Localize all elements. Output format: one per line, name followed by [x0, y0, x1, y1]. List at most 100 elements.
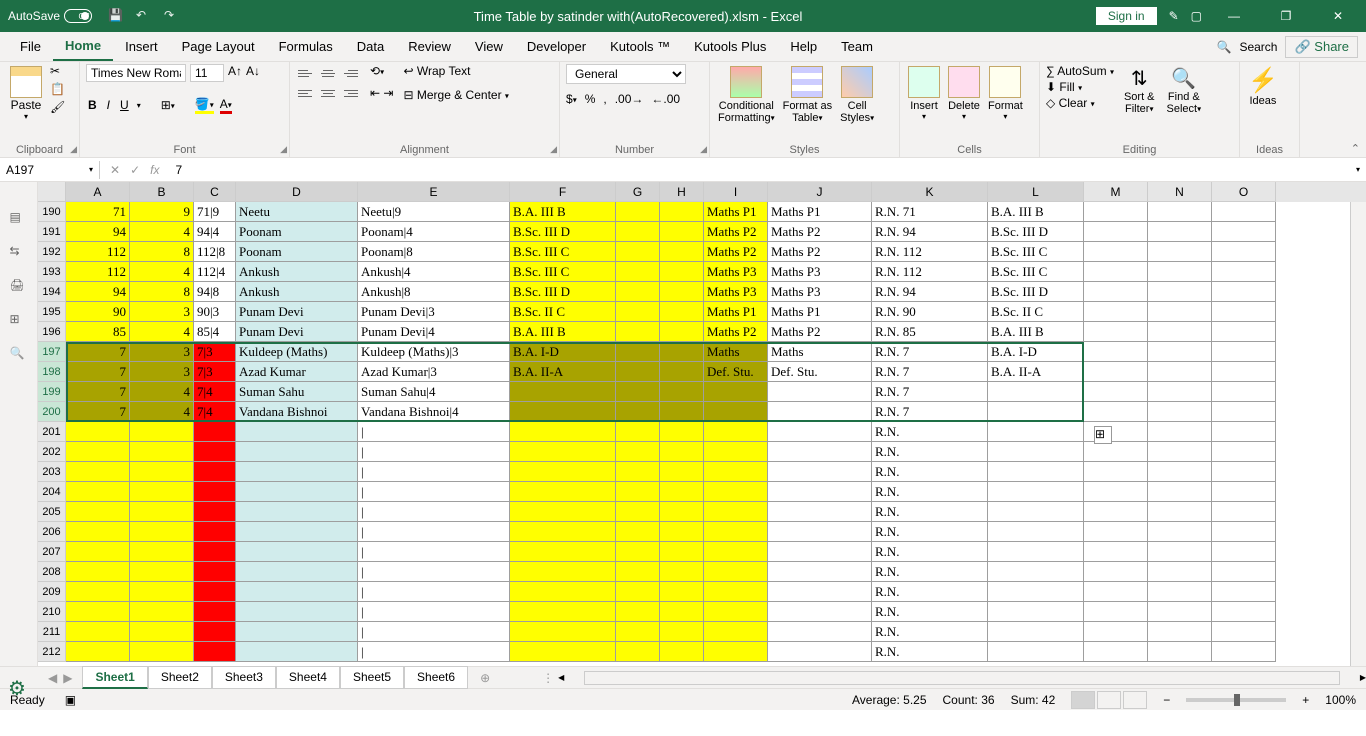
cell-H206[interactable]: [660, 522, 704, 542]
cell-C199[interactable]: 7|4: [194, 382, 236, 402]
cell-K210[interactable]: R.N.: [872, 602, 988, 622]
cell-J208[interactable]: [768, 562, 872, 582]
cell-A208[interactable]: [66, 562, 130, 582]
col-header-D[interactable]: D: [236, 182, 358, 202]
col-header-C[interactable]: C: [194, 182, 236, 202]
cell-J193[interactable]: Maths P3: [768, 262, 872, 282]
cell-M200[interactable]: [1084, 402, 1148, 422]
cell-B194[interactable]: 8: [130, 282, 194, 302]
cell-O202[interactable]: [1212, 442, 1276, 462]
cell-M199[interactable]: [1084, 382, 1148, 402]
cell-C202[interactable]: [194, 442, 236, 462]
cell-F204[interactable]: [510, 482, 616, 502]
cell-H208[interactable]: [660, 562, 704, 582]
cell-M203[interactable]: [1084, 462, 1148, 482]
align-bottom-left[interactable]: [296, 84, 316, 102]
cell-I212[interactable]: [704, 642, 768, 662]
col-header-J[interactable]: J: [768, 182, 872, 202]
cell-E195[interactable]: Punam Devi|3: [358, 302, 510, 322]
cell-E201[interactable]: |: [358, 422, 510, 442]
cell-H196[interactable]: [660, 322, 704, 342]
cell-M198[interactable]: [1084, 362, 1148, 382]
zoom-slider[interactable]: [1186, 698, 1286, 702]
cell-N198[interactable]: [1148, 362, 1212, 382]
cell-I191[interactable]: Maths P2: [704, 222, 768, 242]
cell-J209[interactable]: [768, 582, 872, 602]
cell-B200[interactable]: 4: [130, 402, 194, 422]
cell-C201[interactable]: [194, 422, 236, 442]
cell-C203[interactable]: [194, 462, 236, 482]
cell-I209[interactable]: [704, 582, 768, 602]
autosave-toggle[interactable]: AutoSave Off: [8, 9, 92, 23]
cell-H205[interactable]: [660, 502, 704, 522]
cell-B210[interactable]: [130, 602, 194, 622]
align-top-center[interactable]: [318, 64, 338, 82]
cell-F195[interactable]: B.Sc. II C: [510, 302, 616, 322]
cell-I194[interactable]: Maths P3: [704, 282, 768, 302]
cell-K197[interactable]: R.N. 7: [872, 342, 988, 362]
cell-M196[interactable]: [1084, 322, 1148, 342]
cell-F209[interactable]: [510, 582, 616, 602]
cell-M210[interactable]: [1084, 602, 1148, 622]
cell-K212[interactable]: R.N.: [872, 642, 988, 662]
cell-N197[interactable]: [1148, 342, 1212, 362]
hscroll-right-icon[interactable]: ▶: [1360, 673, 1366, 682]
col-header-M[interactable]: M: [1084, 182, 1148, 202]
tab-team[interactable]: Team: [829, 33, 885, 60]
cell-D206[interactable]: [236, 522, 358, 542]
cell-J207[interactable]: [768, 542, 872, 562]
cell-B206[interactable]: [130, 522, 194, 542]
cell-M202[interactable]: [1084, 442, 1148, 462]
cell-F211[interactable]: [510, 622, 616, 642]
cell-L192[interactable]: B.Sc. III C: [988, 242, 1084, 262]
cell-E210[interactable]: |: [358, 602, 510, 622]
normal-view-button[interactable]: [1071, 691, 1095, 709]
cell-H207[interactable]: [660, 542, 704, 562]
row-header[interactable]: 191: [38, 222, 66, 242]
cell-K206[interactable]: R.N.: [872, 522, 988, 542]
cell-K202[interactable]: R.N.: [872, 442, 988, 462]
cell-E200[interactable]: Vandana Bishnoi|4: [358, 402, 510, 422]
cell-A197[interactable]: 7: [66, 342, 130, 362]
cell-H201[interactable]: [660, 422, 704, 442]
ideas-button[interactable]: ⚡Ideas: [1246, 64, 1280, 109]
cell-L207[interactable]: [988, 542, 1084, 562]
cell-L206[interactable]: [988, 522, 1084, 542]
cell-J206[interactable]: [768, 522, 872, 542]
undo-icon[interactable]: ↶: [136, 8, 152, 24]
cell-H198[interactable]: [660, 362, 704, 382]
row-header[interactable]: 203: [38, 462, 66, 482]
cell-G196[interactable]: [616, 322, 660, 342]
font-size-select[interactable]: [190, 64, 224, 82]
cell-D197[interactable]: Kuldeep (Maths): [236, 342, 358, 362]
cell-L194[interactable]: B.Sc. III D: [988, 282, 1084, 302]
cell-C194[interactable]: 94|8: [194, 282, 236, 302]
close-button[interactable]: ✕: [1318, 0, 1358, 32]
redo-icon[interactable]: ↷: [164, 8, 180, 24]
cell-J198[interactable]: Def. Stu.: [768, 362, 872, 382]
cut-icon[interactable]: ✂: [50, 64, 65, 78]
cell-E198[interactable]: Azad Kumar|3: [358, 362, 510, 382]
ribbon-display-icon[interactable]: ▢: [1191, 9, 1202, 23]
cell-B202[interactable]: [130, 442, 194, 462]
cell-L199[interactable]: [988, 382, 1084, 402]
row-header[interactable]: 205: [38, 502, 66, 522]
cell-K196[interactable]: R.N. 85: [872, 322, 988, 342]
row-header[interactable]: 211: [38, 622, 66, 642]
cell-D190[interactable]: Neetu: [236, 202, 358, 222]
cell-C191[interactable]: 94|4: [194, 222, 236, 242]
cell-H197[interactable]: [660, 342, 704, 362]
accounting-icon[interactable]: $▾: [566, 92, 577, 106]
cell-A210[interactable]: [66, 602, 130, 622]
cell-M195[interactable]: [1084, 302, 1148, 322]
col-header-F[interactable]: F: [510, 182, 616, 202]
cell-J200[interactable]: [768, 402, 872, 422]
cell-O192[interactable]: [1212, 242, 1276, 262]
alignment-launcher-icon[interactable]: ◢: [550, 144, 557, 155]
font-launcher-icon[interactable]: ◢: [280, 144, 287, 155]
cell-N210[interactable]: [1148, 602, 1212, 622]
col-header-N[interactable]: N: [1148, 182, 1212, 202]
cell-K198[interactable]: R.N. 7: [872, 362, 988, 382]
cell-B209[interactable]: [130, 582, 194, 602]
autosum-button[interactable]: ∑ AutoSum ▾: [1046, 64, 1114, 78]
